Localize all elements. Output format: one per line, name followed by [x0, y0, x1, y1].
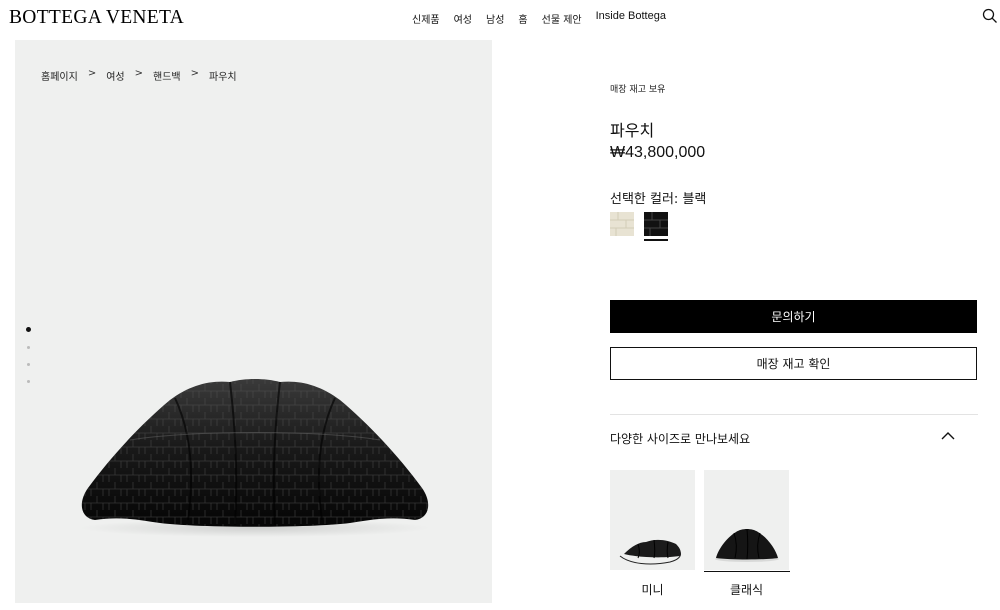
classic-pouch-thumbnail: [715, 528, 779, 562]
selected-swatch-indicator: [644, 239, 668, 241]
search-icon[interactable]: [982, 8, 998, 24]
product-image-pouch: [80, 379, 430, 537]
check-store-stock-button[interactable]: 매장 재고 확인: [610, 347, 977, 380]
selected-color-label: 선택한 컬러: 블랙: [610, 192, 707, 207]
breadcrumb: 홈페이지 > 여성 > 핸드백 > 파우치: [41, 68, 247, 83]
product-image-gallery[interactable]: 홈페이지 > 여성 > 핸드백 > 파우치: [15, 40, 492, 603]
nav-item-inside-bottega[interactable]: Inside Bottega: [596, 10, 666, 26]
nav-item-home[interactable]: 홈: [518, 11, 527, 26]
gallery-dot[interactable]: [27, 346, 30, 349]
gallery-dot[interactable]: [27, 380, 30, 383]
breadcrumb-separator: >: [190, 68, 199, 79]
nav-item-men[interactable]: 남성: [486, 11, 504, 26]
chevron-up-icon[interactable]: [941, 430, 955, 442]
nav-item-new[interactable]: 신제품: [412, 11, 440, 26]
breadcrumb-women[interactable]: 여성: [106, 68, 124, 83]
sizes-heading[interactable]: 다양한 사이즈로 만나보세요: [610, 430, 750, 447]
nav-item-gifts[interactable]: 선물 제안: [542, 11, 582, 26]
color-swatch-black[interactable]: [644, 212, 668, 236]
size-label-mini[interactable]: 미니: [610, 581, 695, 598]
size-option-classic[interactable]: [704, 470, 789, 570]
color-swatch-ivory[interactable]: [610, 212, 634, 236]
size-option-mini[interactable]: [610, 470, 695, 570]
breadcrumb-home[interactable]: 홈페이지: [41, 68, 78, 83]
breadcrumb-separator: >: [134, 68, 143, 79]
divider: [610, 414, 978, 415]
breadcrumb-separator: >: [87, 68, 97, 79]
gallery-dot[interactable]: [27, 363, 30, 366]
selected-size-indicator: [704, 571, 790, 572]
nav-item-women[interactable]: 여성: [454, 11, 472, 26]
product-name: 파우치: [610, 121, 655, 140]
swatch-texture-icon: [610, 212, 634, 236]
product-price: ₩43,800,000: [610, 144, 706, 161]
stock-status: 매장 재고 보유: [610, 85, 666, 95]
gallery-pagination: [26, 327, 31, 397]
gallery-dot-active[interactable]: [26, 327, 31, 332]
inquire-button[interactable]: 문의하기: [610, 300, 977, 333]
breadcrumb-handbags[interactable]: 핸드백: [153, 68, 181, 83]
breadcrumb-pouch: 파우치: [209, 72, 237, 83]
main-nav: 신제품 여성 남성 홈 선물 제안 Inside Bottega: [412, 10, 680, 26]
brand-logo[interactable]: BOTTEGA VENETA: [9, 7, 184, 29]
mini-pouch-thumbnail: [619, 539, 681, 565]
size-label-classic[interactable]: 클래식: [704, 581, 789, 598]
site-header: BOTTEGA VENETA 신제품 여성 남성 홈 선물 제안 Inside …: [0, 0, 1000, 38]
swatch-texture-icon: [644, 212, 668, 236]
